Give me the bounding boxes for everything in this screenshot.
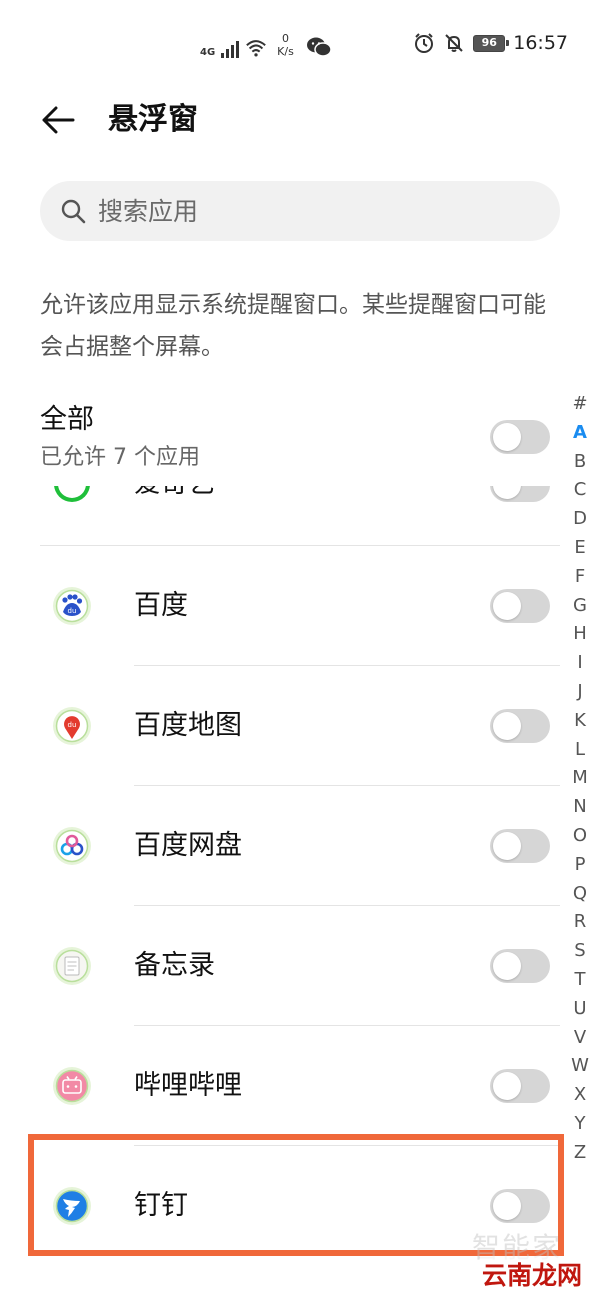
app-label: 哔哩哔哩 xyxy=(134,1070,242,1101)
status-time: 16:57 xyxy=(513,32,568,54)
toggle-knob xyxy=(493,832,521,860)
app-bar: 悬浮窗 xyxy=(0,88,600,152)
app-toggle[interactable] xyxy=(490,829,550,863)
toggle-knob xyxy=(493,1072,521,1100)
index-letter-z[interactable]: Z xyxy=(567,1139,593,1168)
list-item[interactable]: 百度网盘 xyxy=(0,786,560,906)
back-button[interactable] xyxy=(36,98,80,142)
notepad-icon xyxy=(53,947,91,985)
page-title: 悬浮窗 xyxy=(108,102,198,137)
search-input[interactable] xyxy=(98,181,538,241)
baidu-map-icon: du xyxy=(53,707,91,745)
index-letter-s[interactable]: S xyxy=(567,937,593,966)
status-right: 96 16:57 xyxy=(413,32,568,54)
status-bar: 4G 0 K/s 96 16:57 xyxy=(0,0,600,88)
index-letter-q[interactable]: Q xyxy=(567,880,593,909)
index-letter-r[interactable]: R xyxy=(567,908,593,937)
app-toggle[interactable] xyxy=(490,1069,550,1103)
wifi-icon xyxy=(246,40,267,57)
app-toggle[interactable] xyxy=(490,589,550,623)
list-item[interactable]: 爱奇艺 xyxy=(0,486,560,546)
index-letter-x[interactable]: X xyxy=(567,1081,593,1110)
speed-unit: K/s xyxy=(277,45,294,58)
iqiyi-icon xyxy=(54,486,90,502)
watermark: 智能家 云南龙网 xyxy=(472,1226,596,1296)
index-letter-c[interactable]: C xyxy=(567,476,593,505)
index-letter-o[interactable]: O xyxy=(567,822,593,851)
toggle-knob xyxy=(493,712,521,740)
app-label: 百度 xyxy=(134,590,188,621)
index-letter-j[interactable]: J xyxy=(567,678,593,707)
app-label: 百度网盘 xyxy=(134,830,242,861)
index-letter-hash[interactable]: # xyxy=(567,390,593,419)
index-letter-d[interactable]: D xyxy=(567,505,593,534)
index-letter-v[interactable]: V xyxy=(567,1024,593,1053)
index-letter-y[interactable]: Y xyxy=(567,1110,593,1139)
index-letter-m[interactable]: M xyxy=(567,764,593,793)
signal-icon xyxy=(221,40,240,58)
battery-icon: 96 xyxy=(473,34,510,52)
arrow-left-icon xyxy=(42,106,75,134)
toggle-knob xyxy=(493,952,521,980)
app-label: 爱奇艺 xyxy=(134,486,215,504)
all-apps-row[interactable]: 全部 已允许 7 个应用 xyxy=(0,396,560,486)
wechat-icon xyxy=(306,37,332,57)
network-type: 4G xyxy=(200,47,216,58)
baidu-netdisk-icon xyxy=(53,827,91,865)
status-left: 4G 0 K/s xyxy=(200,28,332,58)
toggle-knob xyxy=(493,592,521,620)
alarm-icon xyxy=(415,33,434,53)
app-label: 备忘录 xyxy=(134,950,215,981)
search-icon xyxy=(61,199,86,224)
bilibili-icon xyxy=(53,1067,91,1105)
list-item[interactable]: du 百度地图 xyxy=(0,666,560,786)
network-speed: 0 K/s xyxy=(277,32,294,58)
speed-value: 0 xyxy=(282,32,289,45)
index-letter-f[interactable]: F xyxy=(567,563,593,592)
app-toggle[interactable] xyxy=(490,709,550,743)
index-letter-b[interactable]: B xyxy=(567,448,593,477)
app-toggle[interactable] xyxy=(490,486,550,502)
watermark-front: 云南龙网 xyxy=(480,1256,585,1292)
list-item[interactable]: du 百度 xyxy=(0,546,560,666)
index-letter-k[interactable]: K xyxy=(567,707,593,736)
index-letter-n[interactable]: N xyxy=(567,793,593,822)
app-label: 百度地图 xyxy=(134,710,242,741)
list-item[interactable]: 备忘录 xyxy=(0,906,560,1026)
index-letter-t[interactable]: T xyxy=(567,966,593,995)
svg-text:du: du xyxy=(68,607,77,615)
list-item[interactable]: 哔哩哔哩 xyxy=(0,1026,560,1146)
search-bar[interactable] xyxy=(40,181,560,241)
permission-description: 允许该应用显示系统提醒窗口。某些提醒窗口可能会占据整个屏幕。 xyxy=(40,292,546,360)
all-apps-title: 全部 xyxy=(40,404,94,435)
alphabet-index[interactable]: # A B C D E F G H I J K L M N O P Q R S T U V W X Y Z xyxy=(567,390,593,1168)
index-letter-a[interactable]: A xyxy=(567,419,593,448)
toggle-knob xyxy=(493,486,521,499)
baidu-icon: du xyxy=(53,587,91,625)
index-letter-h[interactable]: H xyxy=(567,620,593,649)
mute-icon xyxy=(445,34,463,52)
index-letter-p[interactable]: P xyxy=(567,851,593,880)
index-letter-i[interactable]: I xyxy=(567,649,593,678)
toggle-knob xyxy=(493,423,521,451)
index-letter-l[interactable]: L xyxy=(567,736,593,765)
svg-text:du: du xyxy=(68,721,77,729)
index-letter-e[interactable]: E xyxy=(567,534,593,563)
app-toggle[interactable] xyxy=(490,949,550,983)
index-letter-g[interactable]: G xyxy=(567,592,593,621)
all-apps-count: 已允许 7 个应用 xyxy=(40,445,200,470)
index-letter-w[interactable]: W xyxy=(567,1052,593,1081)
all-apps-toggle[interactable] xyxy=(490,420,550,454)
index-letter-u[interactable]: U xyxy=(567,995,593,1024)
